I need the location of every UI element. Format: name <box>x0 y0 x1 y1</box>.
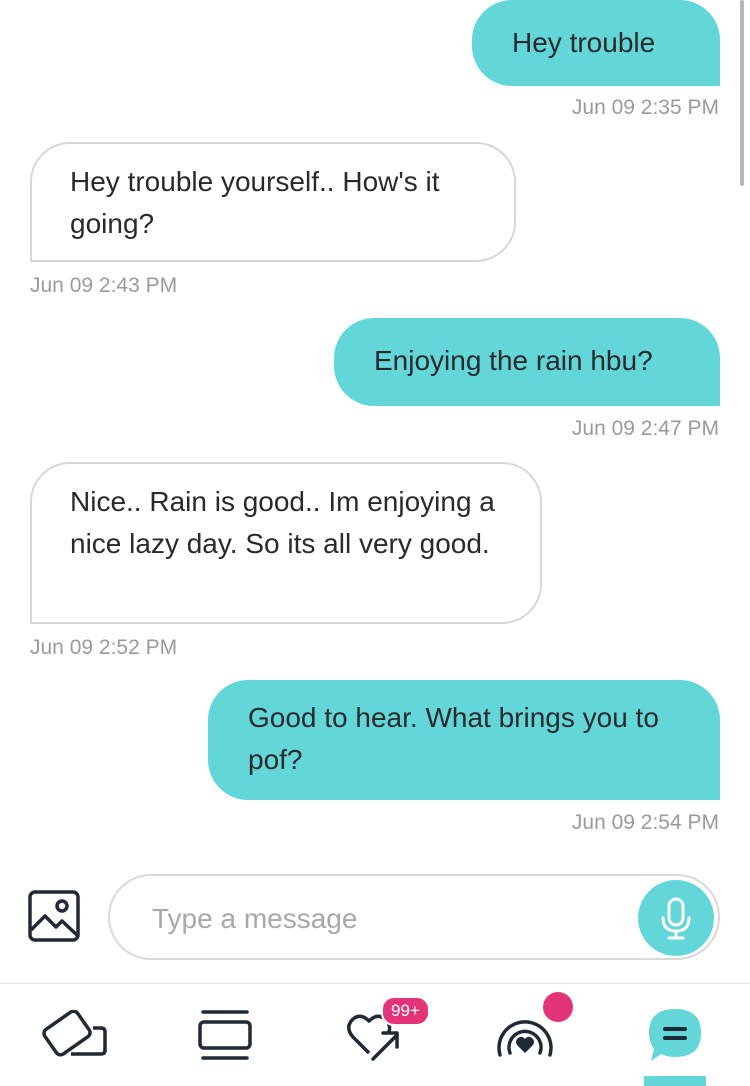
message-bubble-sent: Good to hear. What brings you to pof? <box>208 680 720 800</box>
message-composer <box>0 860 750 980</box>
nav-item-chat[interactable] <box>620 994 730 1076</box>
feed-icon <box>198 1010 252 1060</box>
message-text: Enjoying the rain hbu? <box>374 345 653 376</box>
live-notification-dot <box>543 992 573 1022</box>
message-timestamp: Jun 09 2:35 PM <box>571 96 719 119</box>
message-text: Nice.. Rain is good.. Im enjoying a nice… <box>70 486 495 559</box>
message-text: Good to hear. What brings you to pof? <box>248 702 659 775</box>
microphone-icon <box>661 897 691 940</box>
nav-item-feed[interactable] <box>170 994 280 1076</box>
message-timestamp: Jun 09 2:43 PM <box>30 274 178 297</box>
message-timestamp: Jun 09 2:54 PM <box>571 811 719 834</box>
message-timestamp: Jun 09 2:47 PM <box>571 417 719 440</box>
message-bubble-received: Hey trouble yourself.. How's it going? <box>30 142 516 262</box>
message-bubble-sent: Enjoying the rain hbu? <box>334 318 720 406</box>
nav-item-cards[interactable] <box>21 994 131 1076</box>
message-input[interactable] <box>150 896 624 942</box>
cards-icon <box>42 1010 107 1057</box>
message-list: Hey trouble Jun 09 2:35 PM Hey trouble y… <box>0 0 750 860</box>
image-icon[interactable] <box>28 890 80 942</box>
bottom-nav <box>0 984 750 1086</box>
message-bubble-received: Nice.. Rain is good.. Im enjoying a nice… <box>30 462 542 624</box>
message-input-wrapper <box>108 874 720 960</box>
chat-icon <box>649 1009 701 1061</box>
message-text: Hey trouble yourself.. How's it going? <box>70 166 440 239</box>
message-text: Hey trouble <box>512 27 656 58</box>
message-timestamp: Jun 09 2:52 PM <box>30 636 178 659</box>
active-tab-indicator <box>644 1076 706 1086</box>
likes-count-badge: 99+ <box>381 996 430 1026</box>
microphone-button[interactable] <box>638 880 714 956</box>
message-bubble-sent: Hey trouble <box>472 0 720 86</box>
